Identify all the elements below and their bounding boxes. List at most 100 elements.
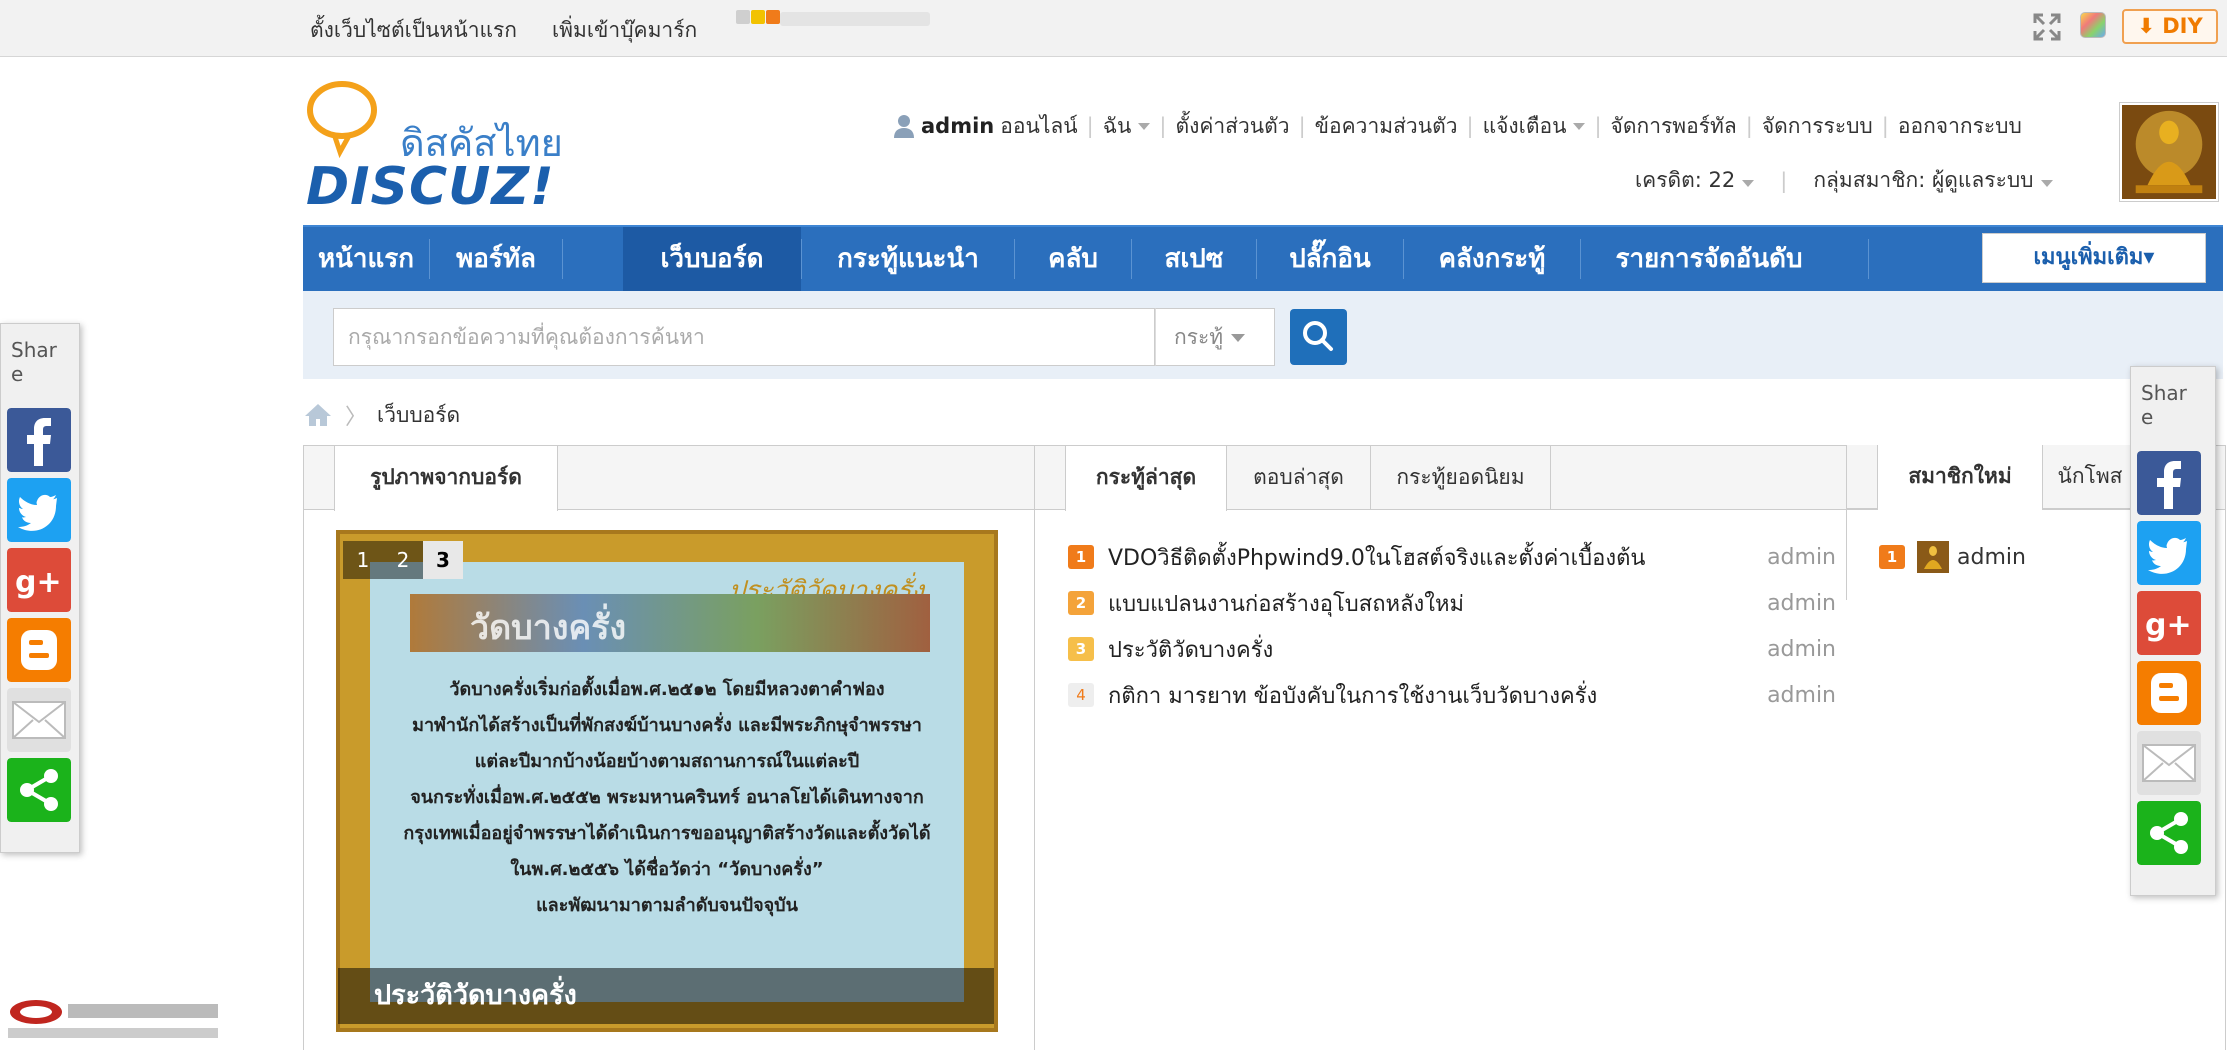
threads-panel: กระทู้ล่าสุด ตอบล่าสุด กระทู้ยอดนิยม [1034, 445, 2226, 1050]
email-icon[interactable] [2137, 731, 2201, 795]
member-name[interactable]: admin [1957, 545, 2026, 570]
blogger-icon[interactable] [2137, 661, 2201, 725]
chevron-down-icon [1573, 123, 1586, 130]
share-bar-left: Share g+ [0, 323, 80, 853]
slide-line: จนกระทั่งเมื่อพ.ศ.๒๕๕๒ พระมหานครินทร์ อน… [410, 787, 924, 808]
nav-plugin[interactable]: ปลั๊กอิน [1257, 227, 1403, 291]
rank-badge: 1 [1879, 545, 1905, 569]
set-homepage-link[interactable]: ตั้งเว็บไซต์เป็นหน้าแรก [310, 14, 517, 47]
menu-me[interactable]: ฉัน [1103, 110, 1151, 143]
slide-page-1[interactable]: 1 [343, 541, 383, 579]
menu-logout[interactable]: ออกจากระบบ [1898, 110, 2022, 143]
slide-text: วัดบางครั่งเริ่มก่อตั้งเมื่อพ.ศ.๒๕๑๒ โดย… [390, 672, 944, 924]
twitter-icon[interactable] [7, 478, 71, 542]
rank-badge: 2 [1068, 591, 1094, 615]
members-tab-bar: สมาชิกใหม่ นักโพส [1847, 445, 2137, 510]
home-icon[interactable] [303, 402, 333, 428]
menu-messages[interactable]: ข้อความส่วนตัว [1315, 110, 1458, 143]
tab-latest-threads[interactable]: กระทู้ล่าสุด [1065, 446, 1227, 511]
thread-row[interactable]: 4 กติกา มารยาท ข้อบังคับในการใช้งานเว็บว… [1068, 678, 1836, 712]
chevron-down-icon [1742, 180, 1755, 187]
stop-icon[interactable] [766, 10, 780, 24]
nav-forum[interactable]: เว็บบอร์ด [623, 227, 801, 291]
nav-club[interactable]: คลับ [1015, 227, 1131, 291]
nav-archive[interactable]: คลังกระทู้ [1404, 227, 1580, 291]
thread-author[interactable]: admin [1767, 637, 1836, 662]
member-row[interactable]: 1 admin [1879, 540, 2026, 574]
group-link[interactable]: กลุ่มสมาชิก: ผู้ดูแลระบบ [1813, 164, 2053, 197]
share-bar-right: Share g+ [2130, 366, 2216, 896]
thread-title[interactable]: VDOวิธีติดตั้งPhpwind9.0ในโฮสต์จริงและตั… [1108, 540, 1767, 575]
play-icon[interactable] [736, 10, 750, 24]
thread-row[interactable]: 1 VDOวิธีติดตั้งPhpwind9.0ในโฮสต์จริงและ… [1068, 540, 1836, 574]
thread-author[interactable]: admin [1767, 545, 1836, 570]
slide-pager: 1 2 3 [343, 541, 463, 579]
thread-author[interactable]: admin [1767, 683, 1836, 708]
tab-popular-threads[interactable]: กระทู้ยอดนิยม [1371, 446, 1551, 510]
logo-text: DISCUZ! [306, 157, 555, 217]
more-menu-button[interactable]: เมนูเพิ่มเติม▾ [1982, 233, 2206, 283]
menu-settings[interactable]: ตั้งค่าส่วนตัว [1175, 110, 1289, 143]
tab-top-posters[interactable]: นักโพส [2043, 445, 2137, 509]
nav-home[interactable]: หน้าแรก [303, 227, 429, 291]
menu-notifications[interactable]: แจ้งเตือน [1483, 110, 1586, 143]
pause-icon[interactable] [751, 10, 765, 24]
menu-notifications-label: แจ้งเตือน [1482, 113, 1567, 138]
credit-link[interactable]: เครดิต: 22 [1635, 164, 1755, 197]
theme-icon[interactable] [2080, 12, 2106, 38]
email-icon[interactable] [7, 688, 71, 752]
twitter-icon[interactable] [2137, 521, 2201, 585]
user-menu: admin ออนไลน์ | ฉัน | ตั้งค่าส่วนตัว | ข… [893, 109, 2022, 143]
search-type-select[interactable]: กระทู้ [1155, 308, 1275, 366]
tab-board-images[interactable]: รูปภาพจากบอร์ด [334, 446, 558, 511]
diy-label: DIY [2162, 14, 2203, 38]
online-status[interactable]: ออนไลน์ [1000, 110, 1077, 143]
share-icon[interactable] [7, 758, 71, 822]
image-slider[interactable]: ประวัติวัดบางครั่ง วัดบางครั่ง วัดบางครั… [336, 530, 998, 1032]
fullscreen-icon[interactable] [2032, 12, 2062, 42]
tab-latest-replies[interactable]: ตอบล่าสุด [1227, 446, 1371, 510]
facebook-icon[interactable] [7, 408, 71, 472]
tab-new-members[interactable]: สมาชิกใหม่ [1877, 445, 2043, 510]
nav-recommended[interactable]: กระทู้แนะนำ [802, 227, 1014, 291]
svg-text:g+: g+ [15, 565, 62, 600]
google-plus-icon[interactable]: g+ [7, 548, 71, 612]
search-input[interactable]: กรุณากรอกข้อความที่คุณต้องการค้นหา [333, 308, 1155, 366]
thread-title[interactable]: แบบแปลนงานก่อสร้างอุโบสถหลังใหม่ [1108, 586, 1767, 621]
add-bookmark-link[interactable]: เพิ่มเข้าบุ๊คมาร์ก [552, 14, 697, 47]
breadcrumb-separator: 〉 [345, 405, 368, 430]
slide-page-2[interactable]: 2 [383, 541, 423, 579]
credit-row: เครดิต: 22 | กลุ่มสมาชิก: ผู้ดูแลระบบ [1635, 164, 2053, 197]
avatar[interactable] [2119, 102, 2219, 202]
chevron-down-icon [2040, 180, 2053, 187]
username-link[interactable]: admin [921, 114, 994, 138]
thread-title[interactable]: กติกา มารยาท ข้อบังคับในการใช้งานเว็บวัด… [1108, 678, 1767, 713]
user-icon [894, 115, 914, 138]
slide-line: และพัฒนามาตามลำดับจนปัจจุบัน [536, 895, 798, 916]
thread-title[interactable]: ประวัติวัดบางครั่ง [1108, 632, 1767, 667]
thread-row[interactable]: 2 แบบแปลนงานก่อสร้างอุโบสถหลังใหม่ admin [1068, 586, 1836, 620]
google-plus-icon[interactable]: g+ [2137, 591, 2201, 655]
nav-portal[interactable]: พอร์ทัล [430, 227, 562, 291]
slide-caption[interactable]: ประวัติวัดบางครั่ง [338, 968, 994, 1024]
share-icon[interactable] [2137, 801, 2201, 865]
facebook-icon[interactable] [2137, 451, 2201, 515]
slide-line: มาพำนักได้สร้างเป็นที่พักสงฆ์บ้านบางครั่… [412, 715, 922, 736]
search-button[interactable] [1290, 309, 1347, 365]
slide-line: วัดบางครั่งเริ่มก่อตั้งเมื่อพ.ศ.๒๕๑๒ โดย… [449, 679, 885, 700]
menu-portal-admin[interactable]: จัดการพอร์ทัล [1611, 110, 1737, 143]
slide-image: ประวัติวัดบางครั่ง วัดบางครั่ง วัดบางครั… [370, 562, 964, 1002]
diy-button[interactable]: ⬇ DIY [2122, 9, 2218, 44]
blogger-icon[interactable] [7, 618, 71, 682]
thread-row[interactable]: 3 ประวัติวัดบางครั่ง admin [1068, 632, 1836, 666]
thread-author[interactable]: admin [1767, 591, 1836, 616]
member-avatar[interactable] [1917, 541, 1949, 573]
breadcrumb-current[interactable]: เว็บบอร์ด [377, 399, 460, 432]
svg-text:g+: g+ [2145, 608, 2192, 643]
slide-page-3[interactable]: 3 [423, 541, 463, 579]
menu-system-admin[interactable]: จัดการระบบ [1762, 110, 1873, 143]
nav-ranking[interactable]: รายการจัดอันดับ [1581, 227, 1837, 291]
nav-space[interactable]: สเปซ [1132, 227, 1256, 291]
menu-me-label: ฉัน [1102, 113, 1132, 138]
audio-progress-track[interactable] [780, 12, 930, 26]
